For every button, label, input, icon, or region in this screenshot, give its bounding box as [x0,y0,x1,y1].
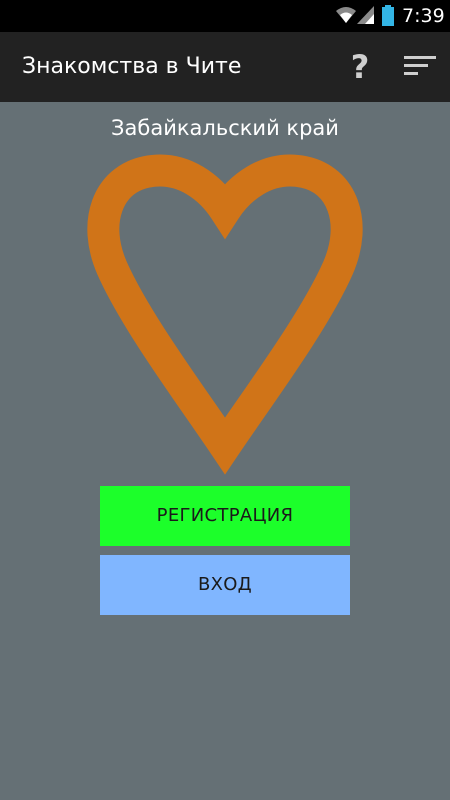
help-icon: ? [350,48,370,86]
register-button[interactable]: РЕГИСТРАЦИЯ [100,486,350,546]
action-bar: Знакомства в Чите ? [0,32,450,102]
menu-icon [404,56,436,75]
help-button[interactable]: ? [340,44,380,90]
app-screen: 7:39 Знакомства в Чите ? Забайкальский к… [0,0,450,800]
app-title: Знакомства в Чите [22,54,242,79]
wifi-icon [336,7,356,23]
status-bar: 7:39 [0,0,450,32]
menu-button[interactable] [398,52,438,82]
heart-outline-icon [87,154,363,475]
status-clock: 7:39 [402,5,445,27]
battery-icon [382,5,394,26]
login-button[interactable]: ВХОД [100,555,350,615]
signal-icon [357,6,374,24]
region-label: Забайкальский край [111,116,339,140]
